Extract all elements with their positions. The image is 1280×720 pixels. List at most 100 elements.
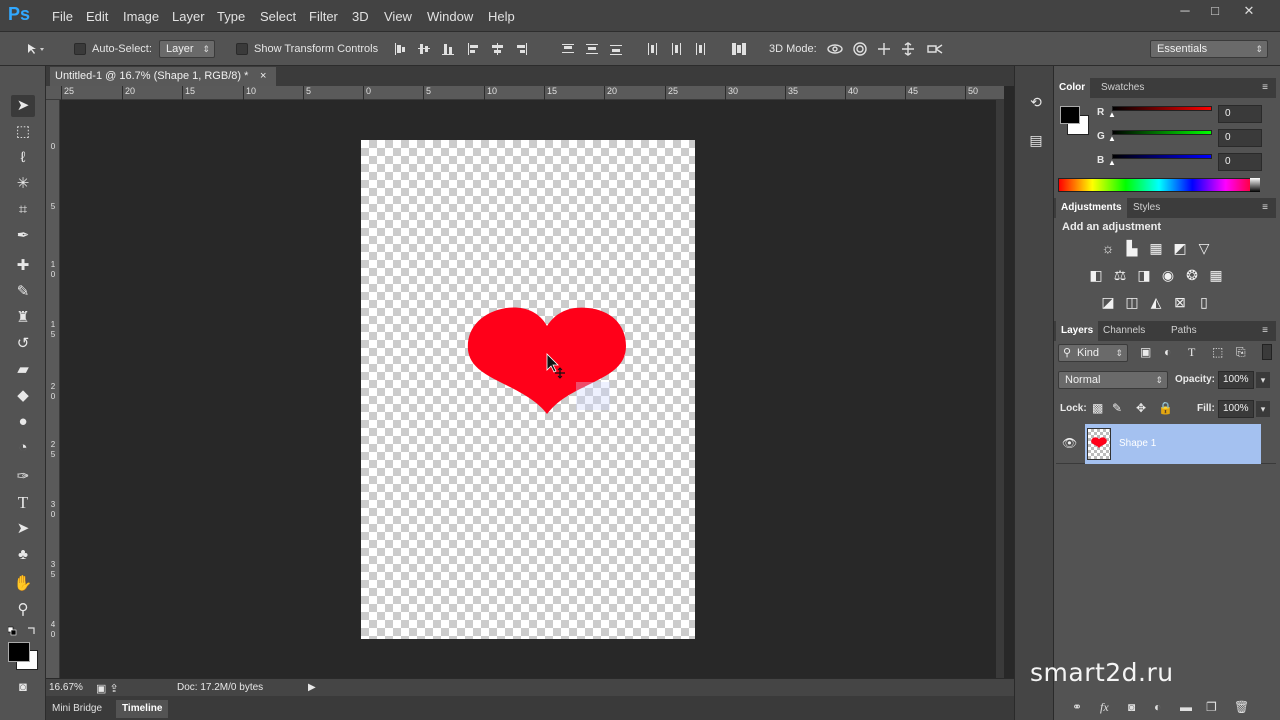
move-tool-icon[interactable]: ➤ bbox=[11, 95, 35, 117]
menu-filter[interactable]: Filter bbox=[309, 9, 338, 24]
vibrance-icon[interactable]: ▽ bbox=[1196, 240, 1212, 256]
gradient-map-icon[interactable]: ▯ bbox=[1196, 294, 1212, 310]
blend-mode-dropdown[interactable]: Normal bbox=[1058, 371, 1168, 389]
filter-smart-object-icon[interactable]: ⎘ bbox=[1236, 345, 1246, 360]
g-value-input[interactable]: 0 bbox=[1218, 129, 1262, 147]
hand-tool-icon[interactable]: ✋ bbox=[11, 573, 35, 595]
clone-stamp-tool-icon[interactable]: ♜ bbox=[11, 307, 35, 329]
slider-thumb-icon[interactable]: ▲ bbox=[1108, 110, 1116, 119]
foreground-color-swatch[interactable] bbox=[8, 642, 30, 662]
color-spectrum-bar[interactable] bbox=[1058, 178, 1260, 192]
crop-tool-icon[interactable]: ⌗ bbox=[11, 199, 35, 221]
lock-transparent-icon[interactable]: ▩ bbox=[1092, 401, 1103, 415]
r-value-input[interactable]: 0 bbox=[1218, 105, 1262, 123]
tab-layers[interactable]: Layers bbox=[1056, 321, 1099, 341]
g-slider[interactable] bbox=[1112, 130, 1212, 135]
fill-dropdown-icon[interactable]: ▾ bbox=[1256, 401, 1270, 417]
menu-3d[interactable]: 3D bbox=[352, 9, 369, 24]
align-icons-group[interactable] bbox=[394, 42, 536, 56]
auto-align-icon[interactable] bbox=[731, 42, 747, 56]
link-layers-icon[interactable]: ⚭ bbox=[1072, 700, 1082, 714]
vertical-scrollbar[interactable] bbox=[996, 100, 1004, 678]
tab-styles[interactable]: Styles bbox=[1128, 198, 1165, 218]
history-brush-tool-icon[interactable]: ↺ bbox=[11, 333, 35, 355]
filter-type-icon[interactable]: T bbox=[1188, 345, 1195, 360]
blur-tool-icon[interactable]: ● bbox=[11, 411, 35, 433]
panel-menu-icon[interactable]: ≡ bbox=[1262, 325, 1268, 336]
lock-position-icon[interactable]: ✥ bbox=[1136, 401, 1146, 415]
tab-channels[interactable]: Channels bbox=[1098, 321, 1150, 341]
quick-mask-icon[interactable]: ◙ bbox=[11, 676, 35, 698]
menu-window[interactable]: Window bbox=[427, 9, 473, 24]
b-value-input[interactable]: 0 bbox=[1218, 153, 1262, 171]
dodge-tool-icon[interactable]: ◔ bbox=[11, 437, 35, 459]
distribute-icons-group[interactable] bbox=[560, 42, 720, 56]
brush-tool-icon[interactable]: ✎ bbox=[11, 281, 35, 303]
zoom-level[interactable]: 16.67% bbox=[49, 682, 83, 693]
new-adjustment-icon[interactable]: ◐ bbox=[1154, 700, 1161, 714]
black-white-icon[interactable]: ◨ bbox=[1136, 267, 1152, 283]
menu-help[interactable]: Help bbox=[488, 9, 515, 24]
layer-row[interactable]: 👁 Shape 1 bbox=[1056, 424, 1276, 464]
document-tab[interactable]: Untitled-1 @ 16.7% (Shape 1, RGB/8) * × bbox=[50, 67, 276, 86]
visibility-eye-icon[interactable]: 👁 bbox=[1062, 436, 1077, 450]
zoom-tool-icon[interactable]: ⚲ bbox=[11, 599, 35, 621]
threshold-icon[interactable]: ◭ bbox=[1148, 294, 1164, 310]
photo-filter-icon[interactable]: ◉ bbox=[1160, 267, 1176, 283]
move-tool-preset-icon[interactable] bbox=[26, 42, 48, 56]
marquee-tool-icon[interactable]: ⬚ bbox=[11, 121, 35, 143]
properties-panel-icon[interactable]: ▤ bbox=[1027, 132, 1045, 150]
selective-color-icon[interactable]: ⊠ bbox=[1172, 294, 1188, 310]
magic-wand-tool-icon[interactable]: ✳ bbox=[11, 173, 35, 195]
tab-timeline[interactable]: Timeline bbox=[116, 700, 169, 718]
posterize-icon[interactable]: ◫ bbox=[1124, 294, 1140, 310]
tab-mini-bridge[interactable]: Mini Bridge bbox=[46, 700, 108, 718]
menu-select[interactable]: Select bbox=[260, 9, 296, 24]
auto-select-dropdown[interactable]: Layer bbox=[159, 40, 215, 58]
panel-menu-icon[interactable]: ≡ bbox=[1262, 82, 1268, 93]
exposure-icon[interactable]: ◩ bbox=[1172, 240, 1188, 256]
slider-thumb-icon[interactable]: ▲ bbox=[1108, 158, 1116, 167]
close-window-button[interactable]: ✕ bbox=[1234, 2, 1264, 20]
r-slider[interactable] bbox=[1112, 106, 1212, 111]
3d-mode-icons-group[interactable] bbox=[826, 41, 944, 57]
paint-bucket-tool-icon[interactable]: ◆ bbox=[11, 385, 35, 407]
tab-adjustments[interactable]: Adjustments bbox=[1056, 198, 1127, 218]
type-tool-icon[interactable]: T bbox=[11, 492, 35, 514]
tab-paths[interactable]: Paths bbox=[1166, 321, 1202, 341]
minimize-button[interactable]: ─ bbox=[1170, 2, 1200, 20]
levels-icon[interactable]: ▙ bbox=[1124, 240, 1140, 256]
delete-layer-icon[interactable]: 🗑 bbox=[1234, 700, 1249, 714]
lasso-tool-icon[interactable]: ℓ bbox=[11, 147, 35, 169]
new-layer-icon[interactable]: ❐ bbox=[1206, 700, 1217, 714]
fill-input[interactable]: 100% bbox=[1218, 400, 1254, 418]
history-panel-icon[interactable]: ⟲ bbox=[1027, 94, 1045, 112]
layer-style-icon[interactable]: fx bbox=[1100, 700, 1109, 715]
filter-adjustment-icon[interactable]: ◐ bbox=[1164, 345, 1171, 359]
healing-brush-tool-icon[interactable]: ✚ bbox=[11, 255, 35, 277]
menu-type[interactable]: Type bbox=[217, 9, 245, 24]
status-icons[interactable]: ▣ ⇪ bbox=[96, 682, 119, 695]
add-mask-icon[interactable]: ◙ bbox=[1128, 700, 1135, 714]
tab-color[interactable]: Color bbox=[1054, 78, 1091, 98]
path-selection-tool-icon[interactable]: ➤ bbox=[11, 518, 35, 540]
menu-file[interactable]: File bbox=[52, 9, 73, 24]
invert-icon[interactable]: ◪ bbox=[1100, 294, 1116, 310]
layer-name[interactable]: Shape 1 bbox=[1119, 438, 1156, 449]
panel-menu-icon[interactable]: ≡ bbox=[1262, 202, 1268, 213]
pen-tool-icon[interactable]: ✑ bbox=[11, 466, 35, 488]
color-lookup-icon[interactable]: ▦ bbox=[1208, 267, 1224, 283]
new-group-icon[interactable]: ▬ bbox=[1180, 700, 1192, 714]
status-arrow-icon[interactable]: ▶ bbox=[308, 682, 316, 693]
eyedropper-tool-icon[interactable]: ✒ bbox=[11, 225, 35, 247]
hue-saturation-icon[interactable]: ◧ bbox=[1088, 267, 1104, 283]
brightness-contrast-icon[interactable]: ☼ bbox=[1100, 240, 1116, 256]
menu-image[interactable]: Image bbox=[123, 9, 159, 24]
menu-layer[interactable]: Layer bbox=[172, 9, 205, 24]
filter-shape-icon[interactable]: ⬚ bbox=[1212, 345, 1223, 359]
menu-view[interactable]: View bbox=[384, 9, 412, 24]
slider-thumb-icon[interactable]: ▲ bbox=[1108, 134, 1116, 143]
shape-tool-icon[interactable]: ♣ bbox=[11, 544, 35, 566]
eraser-tool-icon[interactable]: ▰ bbox=[11, 359, 35, 381]
workspace-dropdown[interactable]: Essentials bbox=[1150, 40, 1268, 58]
